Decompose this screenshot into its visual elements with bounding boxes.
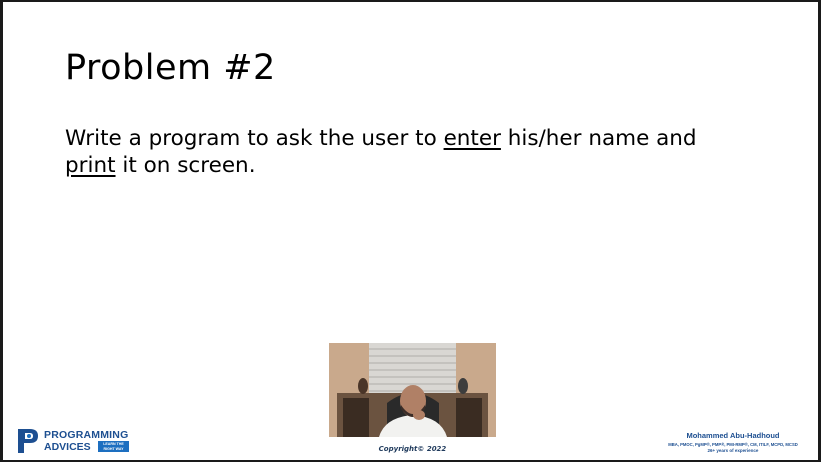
body-underline-enter: enter — [443, 126, 501, 151]
slide-body: Write a program to ask the user to enter… — [65, 125, 765, 179]
presenter-info: Mohammed Abu-Hadhoud MBA, PMOC, PgMP®, P… — [653, 431, 813, 453]
logo-line1: PROGRAMMING — [44, 429, 129, 441]
body-underline-print: print — [65, 153, 116, 178]
programming-advices-logo-icon — [18, 429, 38, 453]
slide-title: Problem #2 — [65, 48, 276, 88]
logo-tagline-2: RIGHT WAY — [103, 446, 124, 451]
slide: Problem #2 Write a program to ask the us… — [3, 2, 818, 460]
programming-advices-logo: PROGRAMMING ADVICES LEARN THE RIGHT WAY — [16, 427, 156, 455]
body-text-part1: Write a program to ask the user to — [65, 126, 444, 151]
body-text-part2: his/her name and — [500, 126, 697, 151]
logo-tagline-1: LEARN THE — [103, 441, 124, 446]
copyright-text: Copyright© 2022 — [378, 445, 447, 453]
presenter-name: Mohammed Abu-Hadhoud — [686, 431, 780, 440]
presenter-webcam-video — [329, 343, 496, 437]
presenter-experience: 26+ years of experience — [707, 448, 759, 453]
webcam-image — [329, 343, 496, 437]
logo-line2: ADVICES — [44, 441, 91, 453]
logo-tagline: LEARN THE RIGHT WAY — [98, 441, 129, 452]
presenter-credentials: MBA, PMOC, PgMP®, PMP®, PMI-RMP®, CM, IT… — [668, 442, 798, 447]
body-text-part3: it on screen. — [115, 153, 256, 178]
